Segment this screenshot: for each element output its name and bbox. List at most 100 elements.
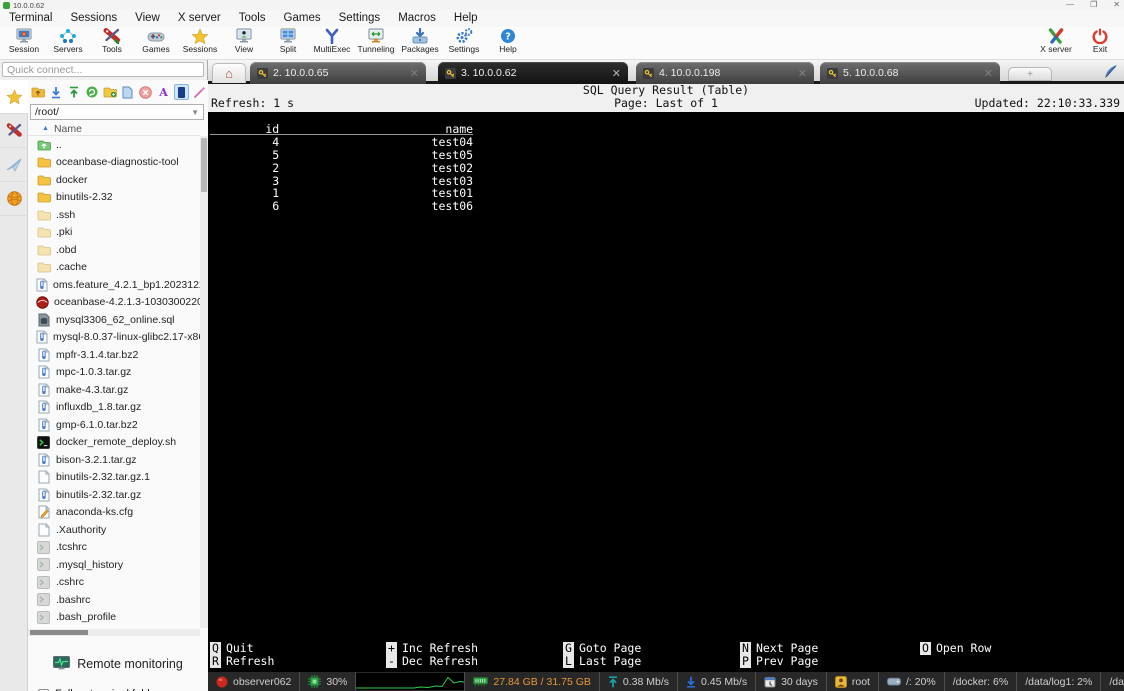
file-list-horizontal-scrollbar[interactable] <box>28 629 200 636</box>
menu-tools[interactable]: Tools <box>230 10 275 27</box>
sidebar-tab-sftp-globe[interactable] <box>0 182 28 216</box>
status-text: 27.84 GB / 31.75 GB <box>493 675 591 688</box>
menu-view[interactable]: View <box>126 10 169 27</box>
toolbar-button-settings[interactable]: Settings <box>442 27 486 60</box>
settings-icon <box>455 28 473 44</box>
remote-monitoring-button[interactable]: Remote monitoring <box>28 652 208 676</box>
table-row[interactable]: 6 test06 <box>210 200 473 213</box>
file-row[interactable]: make-4.3.tar.gz <box>28 381 200 399</box>
file-row[interactable]: .cache <box>28 259 200 277</box>
file-name: .tcshrc <box>56 541 87 554</box>
delete-button[interactable] <box>138 84 153 100</box>
toolbar-button-packages[interactable]: Packages <box>398 27 442 60</box>
file-row[interactable]: binutils-2.32.tar.gz <box>28 486 200 504</box>
file-row[interactable]: docker_remote_deploy.sh <box>28 434 200 452</box>
close-icon[interactable]: ✕ <box>1113 0 1120 9</box>
file-row[interactable]: .Xauthority <box>28 521 200 539</box>
session-tab[interactable]: 2. 10.0.0.65 ✕ <box>250 62 426 84</box>
tab-close-icon[interactable]: ✕ <box>984 67 993 80</box>
menu-settings[interactable]: Settings <box>330 10 390 27</box>
tab-close-icon[interactable]: ✕ <box>612 67 621 80</box>
minimize-icon[interactable]: — <box>1066 0 1074 9</box>
archive-file-icon <box>38 383 50 397</box>
table-row[interactable]: 4 test04 <box>210 135 473 149</box>
file-row[interactable]: gmp-6.1.0.tar.bz2 <box>28 416 200 434</box>
file-row[interactable]: mpfr-3.1.4.tar.bz2 <box>28 346 200 364</box>
file-row[interactable]: oceanbase-4.2.1.3-103030022024 <box>28 294 200 312</box>
menu-macros[interactable]: Macros <box>389 10 445 27</box>
tab-close-icon[interactable]: ✕ <box>410 67 419 80</box>
file-row[interactable]: .bashrc <box>28 591 200 609</box>
toolbar-button-servers[interactable]: Servers <box>46 27 90 60</box>
file-row[interactable]: anaconda-ks.cfg <box>28 504 200 522</box>
new-folder-button[interactable] <box>102 84 117 100</box>
menu-terminal[interactable]: Terminal <box>0 10 61 27</box>
quick-connect-input[interactable] <box>2 62 204 77</box>
file-list-vertical-scrollbar[interactable] <box>200 136 208 628</box>
menu-x-server[interactable]: X server <box>169 10 230 27</box>
file-row[interactable]: mpc-1.0.3.tar.gz <box>28 364 200 382</box>
sidebar-tab-macros-plane[interactable] <box>0 148 28 182</box>
toolbar-button-help[interactable]: ? Help <box>486 27 530 60</box>
new-file-button[interactable] <box>120 84 135 100</box>
toolbar-button-exit[interactable]: Exit <box>1078 27 1122 60</box>
toolbar-button-session[interactable]: Session <box>2 27 46 60</box>
home-tab-button[interactable]: ⌂ <box>212 63 246 83</box>
table-row[interactable]: 5 test05 <box>210 148 473 162</box>
file-row[interactable]: .tcshrc <box>28 539 200 557</box>
wand-button[interactable] <box>192 84 207 100</box>
rename-button[interactable]: A <box>156 84 171 100</box>
plus-icon: + <box>1027 68 1033 80</box>
file-list-name-header[interactable]: ▲ Name <box>28 122 200 136</box>
toolbar-button-view[interactable]: View <box>222 27 266 60</box>
toolbar-button-tunneling[interactable]: Tunneling <box>354 27 398 60</box>
shell-file-icon <box>37 435 50 449</box>
file-row[interactable]: influxdb_1.8.tar.gz <box>28 399 200 417</box>
file-row[interactable]: .cshrc <box>28 574 200 592</box>
menu-help[interactable]: Help <box>445 10 487 27</box>
file-row[interactable]: .pki <box>28 224 200 242</box>
tab-label: 4. 10.0.0.198 <box>659 67 721 79</box>
toolbar-button-sessions[interactable]: Sessions <box>178 27 222 60</box>
session-tab-active[interactable]: 3. 10.0.0.62 ✕ <box>438 62 628 84</box>
toolbar-button-games[interactable]: Games <box>134 27 178 60</box>
path-dropdown[interactable]: /root/ ▼ <box>30 104 204 120</box>
file-row[interactable]: .obd <box>28 241 200 259</box>
refresh-button[interactable] <box>84 84 99 100</box>
file-row[interactable]: .. <box>28 136 200 154</box>
tab-close-icon[interactable]: ✕ <box>798 67 807 80</box>
file-row[interactable]: .bash_profile <box>28 609 200 627</box>
file-row[interactable]: binutils-2.32 <box>28 189 200 207</box>
maximize-icon[interactable]: ❐ <box>1090 0 1097 9</box>
file-row[interactable]: mysql3306_62_online.sql <box>28 311 200 329</box>
toolbar-button-x-server[interactable]: X server <box>1034 27 1078 60</box>
file-row[interactable]: oceanbase-diagnostic-tool <box>28 154 200 172</box>
file-row[interactable]: .ssh <box>28 206 200 224</box>
file-row[interactable]: docker <box>28 171 200 189</box>
toolbar-button-split[interactable]: Split <box>266 27 310 60</box>
menu-sessions[interactable]: Sessions <box>61 10 126 27</box>
file-row[interactable]: oms.feature_4.2.1_bp1.20231225 <box>28 276 200 294</box>
status-segment: /data/1: 15% <box>1101 672 1124 691</box>
session-tab[interactable]: 4. 10.0.0.198 ✕ <box>636 62 814 84</box>
file-row[interactable]: bison-3.2.1.tar.gz <box>28 451 200 469</box>
file-row[interactable]: mysql-8.0.37-linux-glibc2.17-x86_ <box>28 329 200 347</box>
parent-dir-button[interactable] <box>30 84 45 100</box>
macros-plane-icon <box>6 158 22 172</box>
new-tab-button[interactable]: + <box>1008 67 1052 81</box>
sidebar-tab-sessions-star[interactable] <box>0 80 28 114</box>
sync-folder-icon <box>178 86 185 98</box>
sidebar-tab-tools-knife[interactable] <box>0 114 28 148</box>
terminal[interactable]: id name 4 test04 5 test05 2 test02 3 tes… <box>208 112 1124 672</box>
upload-file-button[interactable] <box>66 84 81 100</box>
session-tab[interactable]: 5. 10.0.0.68 ✕ <box>820 62 1000 84</box>
toolbar-button-multiexec[interactable]: MultiExec <box>310 27 354 60</box>
file-row[interactable]: .mysql_history <box>28 556 200 574</box>
sync-folder-button[interactable] <box>174 84 189 100</box>
file-row[interactable]: binutils-2.32.tar.gz.1 <box>28 469 200 487</box>
table-row[interactable]: 2 test02 <box>210 161 473 175</box>
uptime-icon <box>764 676 776 688</box>
toolbar-button-tools[interactable]: Tools <box>90 27 134 60</box>
menu-games[interactable]: Games <box>275 10 330 27</box>
download-file-button[interactable] <box>48 84 63 100</box>
